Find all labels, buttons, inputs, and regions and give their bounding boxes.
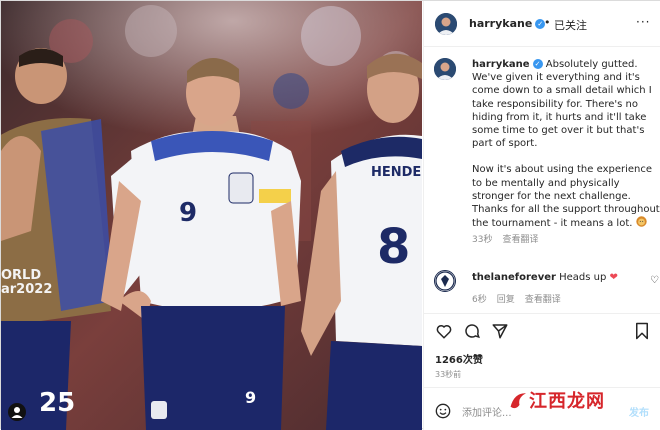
instagram-post-modal: 25 ORLD ar2022 9 9 HENDE 8 harrykane ✓ •…	[0, 0, 660, 430]
avatar[interactable]	[435, 13, 457, 35]
caption-time[interactable]: 33秒	[472, 235, 492, 245]
bookmark-icon[interactable]	[634, 322, 650, 344]
comment-text: thelaneforever Heads up ❤	[472, 272, 642, 283]
caption-paragraph-1: Absolutely gutted. We've given it everyt…	[472, 59, 652, 150]
caption-text: harrykane ✓ Absolutely gutted. We've give…	[472, 58, 660, 248]
post-comment-button[interactable]: 发布	[629, 404, 649, 419]
header-username[interactable]: harrykane ✓	[469, 17, 546, 30]
comment-input[interactable]: 添加评论...	[462, 404, 512, 419]
comments-area: harrykane ✓ Absolutely gutted. We've give…	[424, 48, 660, 313]
heart-outline-icon[interactable]	[435, 322, 453, 344]
more-options-icon[interactable]: ···	[636, 15, 650, 29]
svg-text:ar2022: ar2022	[1, 282, 52, 297]
lion-face-icon	[635, 216, 647, 229]
action-bar	[424, 313, 660, 347]
emoji-icon[interactable]	[435, 403, 451, 423]
watermark-logo-icon	[508, 387, 530, 413]
post-timestamp: 33秒前	[435, 370, 462, 379]
post-photo-illustration: 25 ORLD ar2022 9 9 HENDE 8	[1, 1, 422, 430]
player-number-8: 8	[377, 219, 410, 275]
share-icon[interactable]	[491, 322, 509, 344]
post-photo: 25 ORLD ar2022 9 9 HENDE 8	[1, 1, 422, 430]
caption-translate-link[interactable]: 查看翻译	[502, 235, 538, 245]
player-number-9: 9	[179, 198, 197, 228]
watermark-text: 江西龙网	[529, 391, 605, 412]
svg-text:9: 9	[245, 388, 256, 407]
avatar[interactable]	[434, 270, 456, 292]
avatar[interactable]	[434, 58, 456, 80]
comment-translate-link[interactable]: 查看翻译	[525, 295, 561, 305]
comment-body: Heads up	[559, 272, 607, 283]
player-number-25: 25	[39, 388, 75, 418]
comment-time[interactable]: 6秒	[472, 295, 487, 305]
red-heart-icon: ❤	[609, 272, 618, 283]
caption-username[interactable]: harrykane	[472, 59, 530, 70]
post-header: harrykane ✓ • 已关注 ···	[424, 1, 660, 47]
like-count[interactable]: 1266次赞	[435, 351, 483, 366]
comment-username[interactable]: thelaneforever	[472, 272, 556, 283]
comment-meta: 6秒 回复 查看翻译	[472, 292, 571, 305]
caption-paragraph-2: Now it's about using the experience to b…	[472, 164, 660, 230]
post-side-panel: harrykane ✓ • 已关注 ··· harrykane ✓ Absolute…	[423, 1, 660, 430]
comment-icon[interactable]	[463, 322, 481, 344]
player-name-text: HENDERS	[371, 165, 422, 180]
comment-reply-link[interactable]: 回复	[497, 295, 515, 305]
user-tags-icon[interactable]	[8, 403, 26, 421]
like-comment-icon[interactable]: ♡	[650, 275, 659, 286]
separator-dot: •	[544, 16, 551, 29]
follow-button[interactable]: 已关注	[554, 17, 587, 33]
caption-meta: 33秒 查看翻译	[472, 234, 660, 247]
verified-badge-icon: ✓	[532, 59, 543, 69]
svg-text:ORLD: ORLD	[1, 268, 41, 283]
